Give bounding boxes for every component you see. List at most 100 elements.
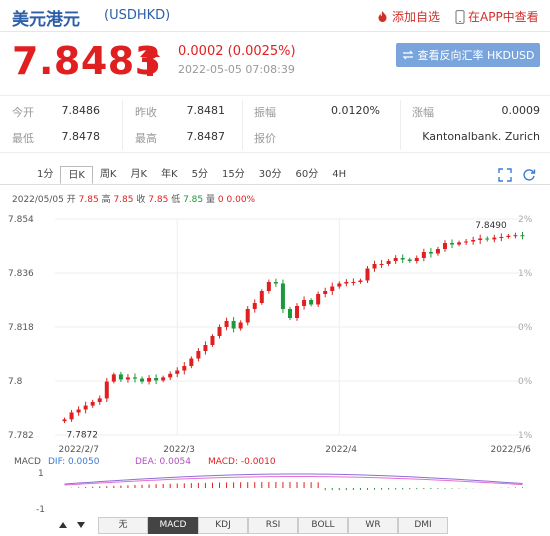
candle-body: [125, 377, 130, 380]
tab-4h[interactable]: 4H: [325, 166, 353, 184]
stat-label-prev-close: 昨收: [135, 106, 157, 119]
candle-body: [76, 409, 81, 413]
close-value: 7.85: [148, 195, 169, 205]
indicator-tab-none[interactable]: 无: [98, 517, 148, 534]
macd-title: MACD: [14, 457, 41, 467]
tab-daily-k[interactable]: 日K: [60, 166, 93, 184]
candle-body: [520, 235, 525, 237]
indicator-tab-boll[interactable]: BOLL: [298, 517, 348, 534]
high-label: 高: [101, 195, 111, 205]
candle-body: [295, 306, 300, 318]
candle-body: [302, 300, 307, 306]
tab-15min[interactable]: 15分: [215, 166, 252, 184]
candle-body: [337, 283, 342, 287]
price-change: 0.0002 (0.0025%): [178, 44, 296, 59]
dif-line: [64, 473, 523, 485]
candle-body: [97, 398, 102, 402]
close-label: 收: [136, 195, 146, 205]
swap-icon: [402, 50, 413, 60]
volume-label: 量: [206, 195, 216, 205]
candle-body: [478, 238, 483, 240]
indicator-tab-kdj[interactable]: KDJ: [198, 517, 248, 534]
candle-body: [266, 282, 271, 291]
macd-tick-bottom: -1: [36, 505, 45, 514]
indicator-tab-wr[interactable]: WR: [348, 517, 398, 534]
symbol-code: (USDHKD): [104, 8, 171, 23]
indicator-tabs: 无 MACD KDJ RSI BOLL WR DMI: [98, 517, 448, 534]
candle-body: [252, 303, 257, 309]
candle-info-line: 2022/05/05 开 7.85 高 7.85 收 7.85 低 7.85 量…: [12, 192, 255, 205]
header-divider: [0, 31, 550, 32]
stat-value-low: 7.8478: [61, 130, 101, 143]
tab-60min[interactable]: 60分: [288, 166, 325, 184]
indicator-tab-rsi[interactable]: RSI: [248, 517, 298, 534]
candle-body: [316, 294, 321, 305]
y-tick-label: 7.836: [8, 269, 34, 279]
candle-body: [442, 243, 447, 249]
macd-value: MACD: -0.0010: [208, 457, 276, 467]
stat-label-change: 涨幅: [412, 106, 434, 119]
stat-label-low: 最低: [12, 132, 34, 145]
stat-value-change: 0.0009: [501, 104, 541, 117]
stat-value-high: 7.8487: [186, 130, 226, 143]
phone-icon: [455, 9, 465, 24]
min-value-label: 7.7872: [67, 430, 99, 440]
add-watchlist-button[interactable]: 添加自选: [376, 8, 440, 25]
view-in-app-button[interactable]: 在APP中查看: [455, 8, 539, 25]
macd-tick-top: 1: [38, 469, 44, 479]
add-watchlist-label: 添加自选: [392, 10, 441, 24]
reverse-rate-button[interactable]: 查看反向汇率 HKDUSD: [396, 43, 540, 67]
candle-body: [132, 377, 137, 379]
quote-stats: 今开 7.8486 昨收 7.8481 振幅 0.0120% 涨幅 0.0009…: [0, 95, 550, 153]
refresh-icon[interactable]: [522, 168, 536, 182]
stat-label-open: 今开: [12, 106, 34, 119]
y-tick-label-right: 0%: [518, 323, 533, 333]
candle-body: [238, 322, 243, 329]
candle-body: [323, 291, 328, 294]
fullscreen-icon[interactable]: [498, 168, 512, 182]
tab-monthly-k[interactable]: 月K: [124, 166, 155, 184]
stat-divider: [242, 100, 243, 150]
candle-body: [83, 405, 88, 410]
scroll-down-icon[interactable]: [76, 520, 86, 530]
y-tick-label: 7.782: [8, 431, 34, 441]
candle-body: [457, 242, 462, 245]
candle-body: [62, 419, 67, 422]
candle-body: [499, 237, 504, 238]
y-tick-label-right: 1%: [518, 269, 533, 279]
tab-yearly-k[interactable]: 年K: [154, 166, 185, 184]
tab-weekly-k[interactable]: 周K: [93, 166, 124, 184]
candlestick-chart[interactable]: 7.854 2%7.836 1%7.818 0%7.8 0%7.782 1%2022/2/…: [0, 205, 550, 460]
y-tick-label-right: 2%: [518, 215, 533, 225]
y-tick-label: 7.8: [8, 377, 23, 387]
stat-value-open: 7.8486: [61, 104, 101, 117]
candle-body: [450, 243, 455, 245]
candle-body: [513, 235, 518, 237]
tab-5min[interactable]: 5分: [185, 166, 215, 184]
candle-body: [210, 336, 215, 345]
macd-chart: MACD DIF: 0.0050 DEA: 0.0054 MACD: -0.00…: [14, 457, 523, 514]
volume-value: 0: [217, 195, 224, 205]
candle-body: [351, 282, 356, 283]
header: 美元港元 (USDHKD) 添加自选 在APP中查看: [0, 0, 550, 32]
macd-dea: DEA: 0.0054: [135, 457, 191, 467]
candle-body: [140, 378, 145, 382]
candle-body: [428, 252, 433, 254]
stat-divider: [122, 100, 123, 150]
indicator-tab-dmi[interactable]: DMI: [398, 517, 448, 534]
tab-30min[interactable]: 30分: [252, 166, 289, 184]
candle-body: [175, 370, 180, 374]
candle-body: [471, 240, 476, 242]
tab-1min[interactable]: 1分: [30, 166, 60, 184]
indicator-tab-macd[interactable]: MACD: [148, 517, 198, 534]
candle-body: [506, 235, 511, 237]
up-arrow-icon: [140, 46, 160, 76]
candle-body: [421, 252, 426, 258]
candle-body: [365, 268, 370, 281]
scroll-up-icon[interactable]: [58, 520, 68, 530]
candle-body: [147, 378, 152, 382]
candle-date: 2022/05/05: [12, 195, 64, 205]
candle-body: [111, 374, 116, 382]
candle-body: [203, 345, 208, 351]
y-tick-label-right: 1%: [518, 431, 533, 441]
